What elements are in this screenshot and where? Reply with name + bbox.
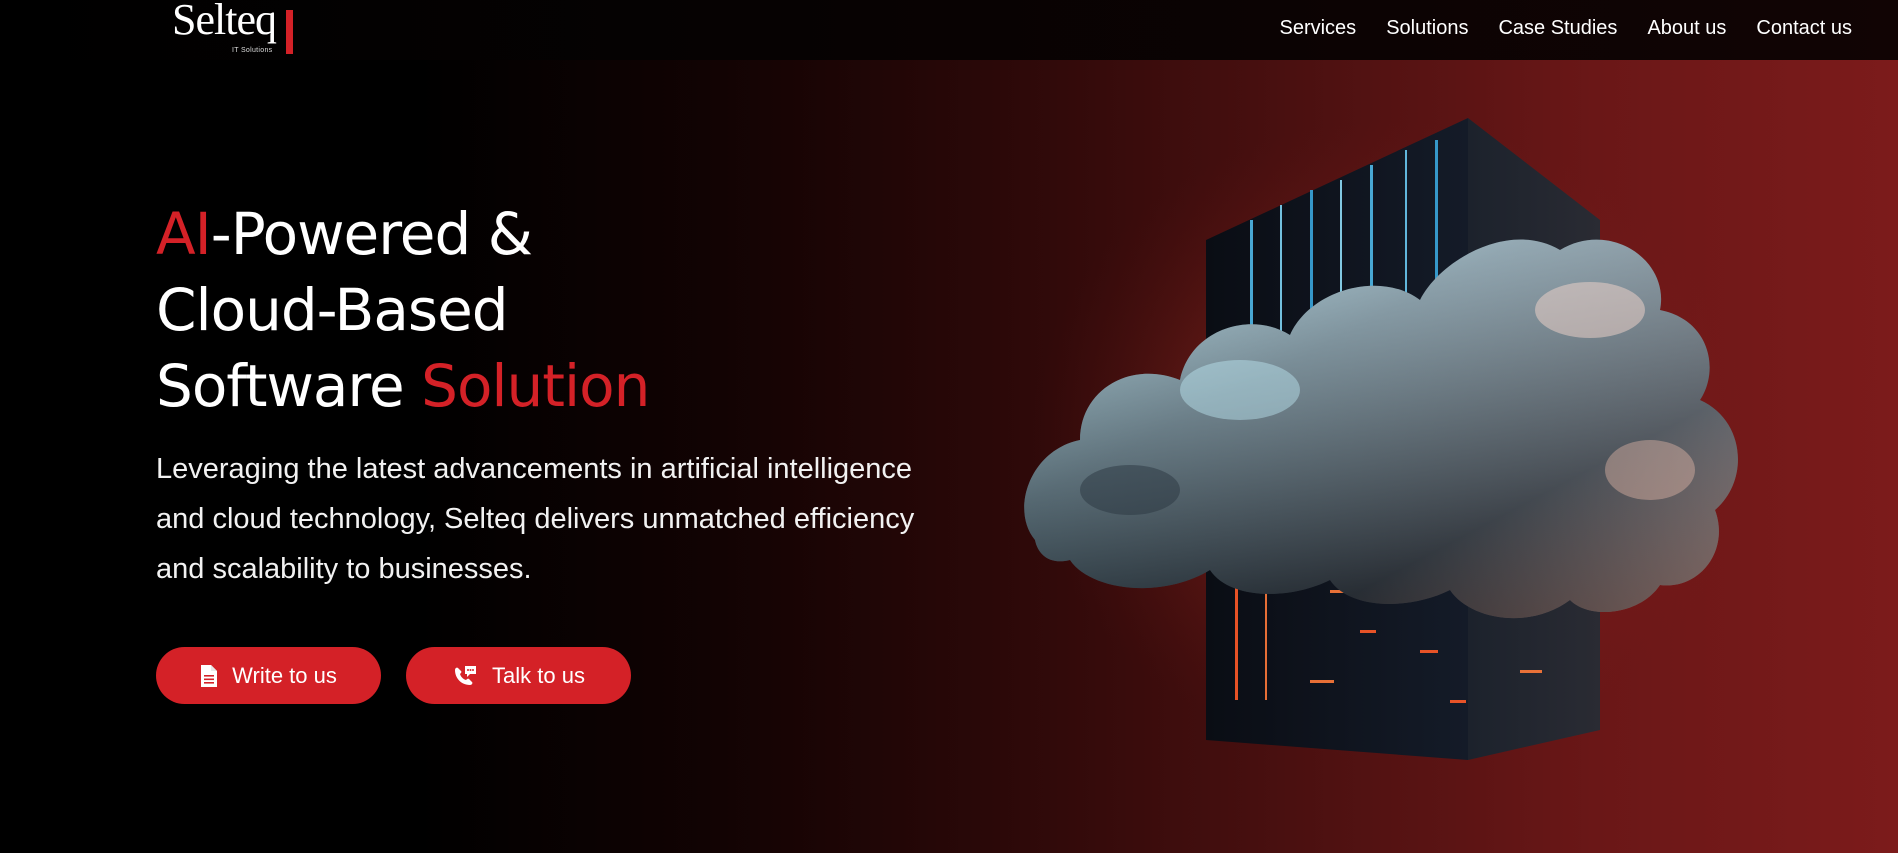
hero-title-line3: Software [156, 352, 422, 420]
hero-description: Leveraging the latest advancements in ar… [156, 453, 915, 585]
logo[interactable]: Selteq IT Solutions [172, 0, 312, 60]
site-header: Selteq IT Solutions Services Solutions C… [0, 0, 1898, 60]
main-nav: Services Solutions Case Studies About us… [1279, 17, 1852, 40]
logo-accent-mark [286, 10, 293, 54]
hero-title-line2: Cloud-Based [156, 276, 509, 344]
logo-tagline: IT Solutions [232, 47, 273, 54]
nav-item-contact-us[interactable]: Contact us [1756, 17, 1852, 40]
phone-chat-icon [452, 664, 478, 688]
hero-title-line1: -Powered & [210, 200, 533, 268]
document-icon [200, 664, 218, 688]
hero-title-solution: Solution [421, 352, 650, 420]
hero-section: AI-Powered & Cloud-Based Software Soluti… [156, 196, 916, 594]
write-to-us-label: Write to us [232, 662, 337, 688]
nav-item-services[interactable]: Services [1279, 17, 1356, 40]
talk-to-us-label: Talk to us [492, 662, 585, 688]
talk-to-us-button[interactable]: Talk to us [406, 647, 631, 704]
write-to-us-button[interactable]: Write to us [156, 647, 381, 704]
nav-item-about-us[interactable]: About us [1647, 17, 1726, 40]
nav-item-solutions[interactable]: Solutions [1386, 17, 1468, 40]
page: Selteq IT Solutions Services Solutions C… [0, 0, 1898, 853]
nav-item-case-studies[interactable]: Case Studies [1498, 17, 1617, 40]
logo-wordmark: Selteq [172, 0, 277, 44]
hero-title: AI-Powered & Cloud-Based Software Soluti… [156, 196, 916, 424]
cloud-server-illustration [1010, 110, 1750, 770]
hero-buttons: Write to us Talk to us [156, 647, 631, 704]
hero-title-ai: AI [156, 200, 212, 268]
